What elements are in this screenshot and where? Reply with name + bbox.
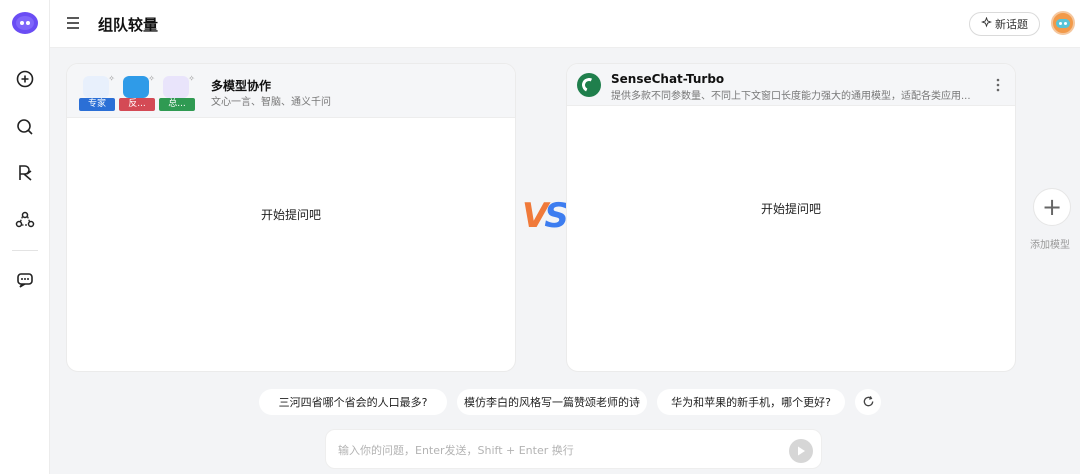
logo-face [16, 16, 34, 30]
sidebar [0, 0, 50, 474]
bot-summary-icon [163, 76, 189, 98]
avatar-eye-right [1064, 22, 1067, 25]
new-chat-icon[interactable] [13, 67, 37, 91]
bot-rebuttal[interactable]: ✧ 反... [119, 74, 155, 111]
user-avatar[interactable] [1051, 11, 1075, 35]
bot-sparkle-icon: ✧ [188, 74, 195, 83]
bot-sparkle-icon: ✧ [148, 74, 155, 83]
suggestion-chip[interactable]: 华为和苹果的新手机，哪个更好? [657, 389, 845, 415]
chat-input[interactable] [338, 440, 778, 460]
chat-history-icon[interactable] [13, 268, 37, 292]
sensechat-panel-header[interactable]: SenseChat-Turbo 提供多款不同参数量、不同上下文窗口长度能力强大的… [567, 64, 1015, 106]
search-icon[interactable] [13, 115, 37, 139]
send-icon [795, 442, 807, 461]
refresh-suggestions-button[interactable] [855, 389, 881, 415]
bot-expert[interactable]: ✧ 专家 [79, 74, 115, 111]
group-icon[interactable] [13, 208, 37, 232]
avatar-eye-left [1059, 22, 1062, 25]
add-model-button[interactable]: + [1033, 188, 1071, 226]
add-model-label: 添加模型 [1030, 240, 1070, 251]
bot-rebuttal-icon [123, 76, 149, 98]
prompt-icon[interactable] [13, 161, 37, 185]
new-topic-button[interactable]: 新话题 [969, 12, 1040, 36]
suggestion-chip[interactable]: 三河四省哪个省会的人口最多? [259, 389, 447, 415]
new-topic-label: 新话题 [995, 18, 1028, 31]
page-title: 组队较量 [98, 16, 159, 34]
top-bar: 组队较量 新话题 [50, 0, 1080, 48]
sidebar-divider [12, 250, 38, 251]
sensechat-name: SenseChat-Turbo [611, 72, 725, 86]
right-empty-hint: 开始提问吧 [760, 202, 821, 216]
left-empty-hint: 开始提问吧 [260, 208, 321, 222]
send-button[interactable] [789, 439, 813, 463]
sparkle-icon [981, 16, 992, 31]
app-logo-icon[interactable] [12, 12, 38, 34]
multi-model-desc: 文心一言、智脑、通义千问 [211, 97, 331, 108]
suggestion-chip[interactable]: 模仿李白的风格写一篇赞颂老师的诗 [457, 389, 647, 415]
vs-s: S [544, 196, 568, 236]
sensechat-desc: 提供多款不同参数量、不同上下文窗口长度能力强大的通用模型，适配各类应用... [611, 91, 971, 102]
bot-sparkle-icon: ✧ [108, 74, 115, 83]
more-options-icon[interactable] [995, 77, 1001, 93]
multi-model-panel: ✧ 专家 ✧ 反... ✧ 总... 多模型协作 文心一言、智脑、通义千问 开始… [66, 63, 516, 372]
bot-expert-badge: 专家 [79, 98, 115, 111]
sensechat-logo-icon [577, 73, 601, 97]
sensechat-panel: SenseChat-Turbo 提供多款不同参数量、不同上下文窗口长度能力强大的… [566, 63, 1016, 372]
refresh-icon [862, 393, 875, 412]
menu-icon[interactable] [65, 15, 81, 31]
vs-logo: VS [522, 196, 569, 236]
multi-model-name: 多模型协作 [211, 79, 272, 93]
logo-eye-right [26, 21, 30, 25]
bot-expert-icon [83, 76, 109, 98]
collab-bots: ✧ 专家 ✧ 反... ✧ 总... [79, 74, 199, 112]
bot-summary-badge: 总... [159, 98, 195, 111]
bot-rebuttal-badge: 反... [119, 98, 155, 111]
vs-v: V [522, 196, 548, 236]
chat-input-box [325, 429, 822, 469]
multi-model-panel-header[interactable]: ✧ 专家 ✧ 反... ✧ 总... 多模型协作 文心一言、智脑、通义千问 [67, 64, 515, 118]
logo-eye-left [20, 21, 24, 25]
bot-summary[interactable]: ✧ 总... [159, 74, 195, 111]
